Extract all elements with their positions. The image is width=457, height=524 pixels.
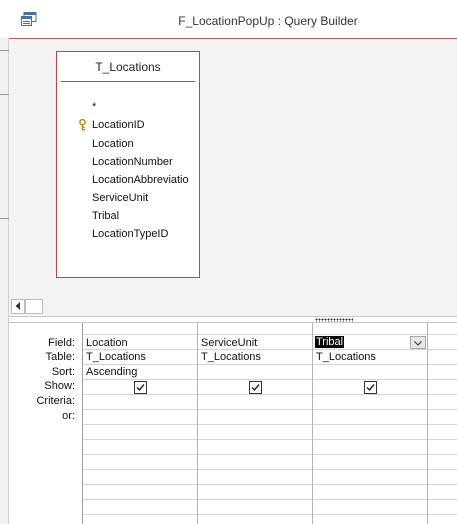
field-cell[interactable]: Location xyxy=(86,337,128,349)
left-strip-tick xyxy=(0,94,9,95)
field-cell[interactable]: ServiceUnit xyxy=(201,337,257,349)
design-pane-horizontal-scrollbar[interactable] xyxy=(9,297,457,316)
scroll-thumb[interactable] xyxy=(25,299,43,314)
left-edge-strip xyxy=(0,38,9,524)
row-label-field: Field: xyxy=(48,337,75,349)
field-item-all[interactable]: * xyxy=(92,101,96,113)
left-strip-tick xyxy=(0,50,9,51)
field-item-tribal[interactable]: Tribal xyxy=(92,210,119,222)
grid-column-location[interactable]: Location T_Locations Ascending xyxy=(83,323,198,524)
title-bar[interactable]: F_LocationPopUp : Query Builder xyxy=(9,0,457,39)
field-item-location[interactable]: Location xyxy=(92,138,134,150)
grid-column-serviceunit[interactable]: ServiceUnit T_Locations xyxy=(198,323,313,524)
splitter-grip-icon[interactable] xyxy=(315,318,353,322)
chevron-down-icon xyxy=(414,337,422,349)
field-cell-selected[interactable]: Tribal xyxy=(315,336,345,348)
table-cell[interactable]: T_Locations xyxy=(316,351,376,363)
field-item-locationid[interactable]: LocationID xyxy=(92,119,145,131)
grid-column-empty[interactable] xyxy=(428,323,457,524)
sort-cell[interactable]: Ascending xyxy=(86,366,137,378)
scroll-left-button[interactable] xyxy=(11,299,25,314)
show-checkbox[interactable] xyxy=(364,381,377,394)
table-cell[interactable]: T_Locations xyxy=(201,351,261,363)
field-item-locationabbreviation[interactable]: LocationAbbreviatio xyxy=(92,174,189,186)
primary-key-icon xyxy=(78,118,87,131)
field-dropdown-button[interactable] xyxy=(410,336,426,349)
window-title: F_LocationPopUp : Query Builder xyxy=(178,14,358,28)
row-label-or: or: xyxy=(62,410,75,422)
table-name-label[interactable]: T_Locations xyxy=(57,60,199,74)
row-label-table: Table: xyxy=(45,351,75,363)
row-label-criteria: Criteria: xyxy=(36,395,75,407)
field-item-serviceunit[interactable]: ServiceUnit xyxy=(92,192,148,204)
grid-columns[interactable]: Location T_Locations Ascending ServiceUn… xyxy=(82,323,457,524)
query-design-grid[interactable]: Field: Table: Sort: Show: Criteria: or: … xyxy=(9,323,457,524)
show-checkbox[interactable] xyxy=(134,381,147,394)
table-design-pane[interactable]: T_Locations * LocationID Location Locati… xyxy=(9,39,457,297)
table-cell[interactable]: T_Locations xyxy=(86,351,146,363)
left-strip-tick xyxy=(0,218,9,219)
field-list[interactable]: * LocationID Location LocationNumber Loc… xyxy=(57,83,199,273)
grid-column-tribal[interactable]: Tribal T_Locations xyxy=(313,323,428,524)
pane-splitter[interactable] xyxy=(9,316,457,323)
show-checkbox[interactable] xyxy=(249,381,262,394)
field-item-locationnumber[interactable]: LocationNumber xyxy=(92,156,173,168)
table-field-list-t-locations[interactable]: T_Locations * LocationID Location Locati… xyxy=(56,51,200,278)
row-label-sort: Sort: xyxy=(51,366,75,378)
grid-row-labels: Field: Table: Sort: Show: Criteria: or: xyxy=(9,323,81,524)
query-builder-window: F_LocationPopUp : Query Builder T_Locati… xyxy=(0,0,457,524)
row-label-show: Show: xyxy=(44,380,75,392)
field-item-locationtypeid[interactable]: LocationTypeID xyxy=(92,228,168,240)
arrow-left-icon xyxy=(15,301,21,312)
table-title-divider xyxy=(61,81,195,82)
